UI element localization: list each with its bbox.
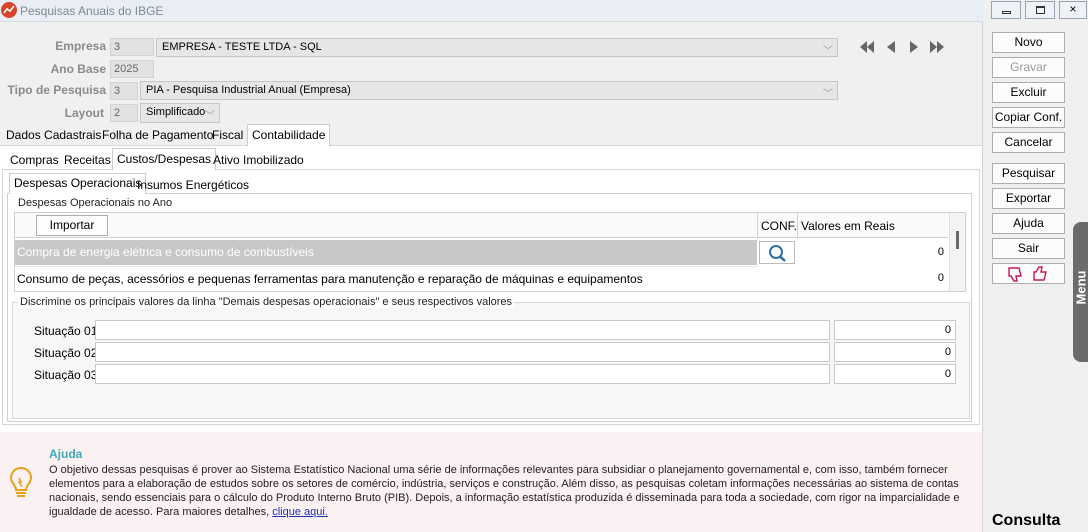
next-record-button[interactable] bbox=[905, 39, 923, 55]
tab-custos-despesas[interactable]: Custos/Despesas bbox=[112, 148, 217, 170]
first-record-button[interactable] bbox=[858, 39, 876, 55]
layout-select[interactable]: Simplificado ﹀ bbox=[140, 103, 220, 123]
situacao-03-label: Situação 03 bbox=[34, 368, 98, 382]
chevron-down-icon: ﹀ bbox=[823, 46, 833, 57]
chevron-down-icon: ﹀ bbox=[823, 89, 833, 100]
table-row-value[interactable]: 0 bbox=[797, 243, 948, 263]
previous-icon bbox=[887, 41, 895, 53]
tab-ativo-imobilizado[interactable]: Ativo Imobilizado bbox=[209, 151, 308, 171]
conf-search-button[interactable] bbox=[759, 241, 795, 264]
pesquisar-button[interactable]: Pesquisar bbox=[992, 163, 1065, 184]
tab-dados-cadastrais[interactable]: Dados Cadastrais bbox=[2, 126, 105, 146]
grid-header-area bbox=[15, 213, 756, 238]
tab-fiscal[interactable]: Fiscal bbox=[208, 126, 247, 146]
excluir-button[interactable]: Excluir bbox=[992, 82, 1065, 103]
empresa-select[interactable]: EMPRESA - TESTE LTDA - SQL ﹀ bbox=[156, 38, 838, 57]
column-header-valores: Valores em Reais bbox=[797, 213, 948, 238]
help-title: Ajuda bbox=[49, 447, 83, 461]
feedback-buttons bbox=[992, 263, 1065, 284]
layout-select-value: Simplificado bbox=[146, 106, 206, 118]
table-row-label[interactable]: Compra de energia elétrica e consumo de … bbox=[15, 240, 757, 265]
side-menu-tab[interactable]: Menu bbox=[1073, 222, 1088, 362]
situacao-02-description-input[interactable] bbox=[95, 342, 830, 362]
next-icon bbox=[910, 41, 918, 53]
situacao-03-description-input[interactable] bbox=[95, 364, 830, 384]
tipo-pesquisa-select[interactable]: PIA - Pesquisa Industrial Anual (Empresa… bbox=[140, 81, 838, 100]
mode-label: Consulta bbox=[992, 512, 1061, 529]
help-text: O objetivo dessas pesquisas é prover ao … bbox=[49, 463, 979, 519]
close-button[interactable]: × bbox=[1059, 1, 1087, 19]
tipo-pesquisa-label: Tipo de Pesquisa bbox=[7, 83, 106, 97]
side-divider bbox=[982, 22, 983, 532]
tab-folha-pagamento[interactable]: Folha de Pagamento bbox=[98, 126, 217, 146]
restore-button[interactable] bbox=[1025, 1, 1055, 19]
copiar-conf-button[interactable]: Copiar Conf. bbox=[992, 107, 1065, 128]
layout-label: Layout bbox=[64, 106, 104, 120]
tipo-pesquisa-code-field[interactable]: 3 bbox=[110, 82, 138, 100]
tipo-pesquisa-select-value: PIA - Pesquisa Industrial Anual (Empresa… bbox=[146, 84, 351, 96]
search-icon bbox=[769, 245, 786, 262]
restore-icon bbox=[1036, 6, 1045, 14]
tab-contabilidade[interactable]: Contabilidade bbox=[247, 124, 331, 146]
side-menu-label: Menu bbox=[1073, 270, 1088, 305]
previous-record-button[interactable] bbox=[882, 39, 900, 55]
importar-button[interactable]: Importar bbox=[36, 215, 108, 236]
situacao-02-value-input[interactable]: 0 bbox=[834, 342, 956, 362]
tab-insumos-energeticos[interactable]: Insumos Energéticos bbox=[133, 176, 253, 196]
tab-despesas-operacionais[interactable]: Despesas Operacionais bbox=[9, 173, 147, 194]
sair-button[interactable]: Sair bbox=[992, 238, 1065, 259]
demais-group-title: Discrimine os principais valores da linh… bbox=[18, 296, 515, 308]
table-row-value[interactable]: 0 bbox=[797, 269, 948, 289]
empresa-select-value: EMPRESA - TESTE LTDA - SQL bbox=[162, 41, 322, 53]
novo-button[interactable]: Novo bbox=[992, 32, 1065, 53]
situacao-01-value-input[interactable]: 0 bbox=[834, 320, 956, 340]
thumbs-up-icon[interactable] bbox=[1030, 265, 1052, 283]
lightbulb-icon bbox=[8, 466, 34, 500]
ajuda-button[interactable]: Ajuda bbox=[992, 213, 1065, 234]
empresa-label: Empresa bbox=[55, 39, 106, 53]
minimize-icon bbox=[1002, 11, 1011, 14]
last-icon bbox=[930, 41, 944, 53]
app-logo-icon bbox=[1, 2, 17, 18]
table-row-label[interactable]: Consumo de peças, acessórios e pequenas … bbox=[15, 266, 757, 291]
tab-receitas[interactable]: Receitas bbox=[60, 151, 115, 171]
exportar-button[interactable]: Exportar bbox=[992, 188, 1065, 209]
tab-compras[interactable]: Compras bbox=[6, 151, 63, 171]
chevron-down-icon: ﹀ bbox=[205, 111, 215, 122]
help-body: O objetivo dessas pesquisas é prover ao … bbox=[49, 464, 960, 518]
gravar-button[interactable]: Gravar bbox=[992, 57, 1065, 78]
window-title: Pesquisas Anuais do IBGE bbox=[20, 4, 164, 18]
situacao-02-label: Situação 02 bbox=[34, 346, 98, 360]
situacao-01-description-input[interactable] bbox=[95, 320, 830, 340]
cancelar-button[interactable]: Cancelar bbox=[992, 132, 1065, 153]
layout-code-field[interactable]: 2 bbox=[110, 104, 138, 122]
empresa-code-field[interactable]: 3 bbox=[110, 38, 154, 56]
minimize-button[interactable] bbox=[991, 1, 1021, 19]
close-icon: × bbox=[1069, 2, 1077, 16]
situacao-03-value-input[interactable]: 0 bbox=[834, 364, 956, 384]
ano-base-field[interactable]: 2025 bbox=[110, 60, 154, 78]
first-icon bbox=[860, 41, 874, 53]
situacao-01-label: Situação 01 bbox=[34, 324, 98, 338]
despesas-group-title: Despesas Operacionais no Ano bbox=[18, 197, 173, 209]
ano-base-label: Ano Base bbox=[50, 62, 106, 76]
help-link[interactable]: clique aqui. bbox=[272, 506, 328, 518]
scrollbar-thumb[interactable] bbox=[956, 231, 959, 249]
column-header-conf: CONF. bbox=[757, 213, 797, 238]
last-record-button[interactable] bbox=[928, 39, 946, 55]
grid-scrollbar[interactable] bbox=[949, 213, 965, 291]
thumbs-down-icon[interactable] bbox=[1005, 265, 1027, 283]
